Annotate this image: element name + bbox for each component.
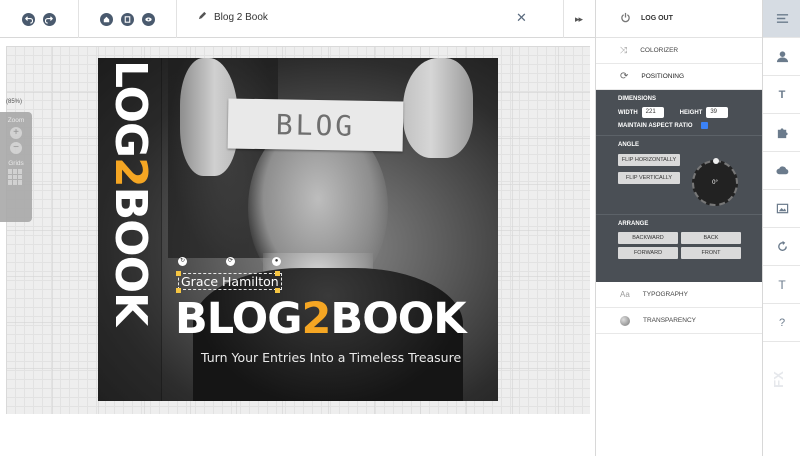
resize-handle[interactable] — [275, 271, 280, 276]
properties-panel: LOG OUT ⤨ COLORIZER ⟳ POSITIONING DIMENS… — [595, 0, 762, 456]
help-icon-glyph: ? — [778, 316, 786, 329]
document-title[interactable]: Blog 2 Book — [198, 11, 268, 23]
width-input[interactable]: 221 — [641, 107, 664, 118]
lock-handle-icon[interactable]: ● — [272, 257, 281, 266]
typography-label: TYPOGRAPHY — [642, 291, 688, 298]
dimensions-header: DIMENSIONS — [618, 96, 657, 102]
redo-icon[interactable] — [43, 12, 56, 26]
rotate-handle-icon[interactable]: ↻ — [178, 257, 187, 266]
cover-title[interactable]: BLOG2BOOK — [175, 294, 467, 344]
positioning-item[interactable]: ⟳ POSITIONING — [596, 64, 762, 90]
colorizer-label: COLORIZER — [640, 47, 679, 54]
height-input[interactable]: 39 — [706, 107, 729, 118]
canvas-area: BLOG LOG2BOOK ↻ ⟳ ● Grace Hamilton BLOG2… — [0, 38, 595, 456]
undo-icon[interactable] — [22, 12, 35, 26]
fx-label[interactable]: FX — [771, 371, 786, 388]
reset-handle-icon[interactable]: ⟳ — [226, 257, 235, 266]
arrange-header: ARRANGE — [618, 221, 649, 227]
shuffle-icon: ⤨ — [620, 45, 628, 55]
blog-paper-sign: BLOG — [227, 98, 404, 152]
help-icon[interactable]: ? — [763, 304, 800, 342]
arrange-buttons: BACKWARD BACK FORWARD FRONT — [618, 232, 741, 259]
power-icon — [620, 12, 631, 25]
grid-toggle-icon[interactable] — [8, 169, 24, 185]
transparency-icon — [620, 315, 630, 326]
zoom-label: Zoom — [7, 117, 25, 124]
resize-handle[interactable] — [275, 288, 280, 293]
refresh-icon: ⟳ — [620, 71, 629, 82]
cover-title-part2: 2 — [301, 294, 332, 344]
angle-value: 0° — [712, 180, 718, 186]
angle-dial-knob[interactable] — [713, 158, 719, 164]
text-icon-glyph: T — [778, 88, 786, 101]
spine-title[interactable]: LOG2BOOK — [105, 60, 156, 360]
positioning-label: POSITIONING — [641, 73, 685, 80]
front-button[interactable]: FRONT — [681, 247, 741, 259]
positioning-settings: DIMENSIONS WIDTH 221 HEIGHT 39 MAINTAIN … — [596, 90, 762, 282]
forward-button[interactable]: FORWARD — [618, 247, 678, 259]
grids-label: Grids — [8, 160, 24, 167]
angle-header: ANGLE — [618, 142, 639, 148]
zoom-out-button[interactable]: − — [10, 142, 22, 154]
top-toolbar: Blog 2 Book ✕ ▸▸ — [0, 0, 595, 38]
cover-title-part3: BOOK — [330, 294, 466, 344]
height-label: HEIGHT — [679, 109, 703, 116]
aspect-row: MAINTAIN ASPECT RATIO — [618, 122, 740, 129]
aspect-checkbox[interactable] — [700, 122, 708, 129]
zoom-panel: Zoom + − Grids — [0, 112, 32, 222]
divider — [596, 214, 762, 215]
menu-icon[interactable] — [763, 0, 800, 38]
spine-title-part1: LOG — [105, 60, 156, 157]
paper-text: BLOG — [275, 107, 356, 143]
dimensions-row: WIDTH 221 HEIGHT 39 — [618, 107, 740, 118]
preview-icon[interactable] — [142, 12, 155, 26]
transparency-item[interactable]: TRANSPARENCY — [596, 308, 762, 334]
flip-vertical-button[interactable]: FLIP VERTICALLY — [618, 172, 680, 184]
flip-horizontal-button[interactable]: FLIP HORIZONTALLY — [618, 154, 680, 166]
resize-handle[interactable] — [176, 271, 181, 276]
typography-item[interactable]: Aa TYPOGRAPHY — [596, 282, 762, 308]
logout-label: LOG OUT — [641, 15, 673, 22]
puzzle-icon[interactable] — [763, 114, 800, 152]
double-chevron-right-icon[interactable]: ▸▸ — [575, 14, 583, 25]
refresh-icon[interactable] — [763, 228, 800, 266]
image-icon[interactable] — [763, 190, 800, 228]
history-group — [0, 0, 79, 38]
more-group: ▸▸ — [563, 0, 595, 38]
cover-title-part1: BLOG — [175, 294, 302, 344]
spine-title-part3: BOOK — [105, 186, 156, 326]
cloud-icon[interactable] — [763, 152, 800, 190]
document-title-text: Blog 2 Book — [214, 11, 268, 23]
aspect-label: MAINTAIN ASPECT RATIO — [618, 122, 693, 129]
view-group — [79, 0, 177, 38]
cover-subtitle[interactable]: Turn Your Entries Into a Timeless Treasu… — [201, 350, 461, 365]
logout-button[interactable]: LOG OUT — [596, 0, 762, 38]
book-cover[interactable]: BLOG LOG2BOOK ↻ ⟳ ● Grace Hamilton BLOG2… — [98, 58, 498, 401]
author-name[interactable]: Grace Hamilton — [178, 273, 282, 290]
colorizer-item[interactable]: ⤨ COLORIZER — [596, 38, 762, 64]
zoom-in-button[interactable]: + — [10, 127, 22, 139]
transparency-label: TRANSPARENCY — [643, 317, 696, 324]
close-icon[interactable]: ✕ — [516, 10, 527, 26]
width-label: WIDTH — [618, 109, 638, 116]
spine-title-part2: 2 — [105, 157, 156, 187]
pencil-icon — [198, 11, 207, 23]
title-icon[interactable]: T — [763, 266, 800, 304]
typography-icon: Aa — [620, 290, 630, 299]
text-icon[interactable]: T — [763, 76, 800, 114]
back-button[interactable]: BACK — [681, 232, 741, 244]
pages-icon[interactable] — [121, 12, 134, 26]
backward-button[interactable]: BACKWARD — [618, 232, 678, 244]
zoom-percent: (85%) — [6, 99, 23, 105]
angle-dial[interactable]: 0° — [692, 158, 738, 206]
divider — [596, 135, 762, 136]
right-hand — [403, 58, 473, 158]
home-icon[interactable] — [100, 12, 113, 26]
resize-handle[interactable] — [176, 288, 181, 293]
user-icon[interactable] — [763, 38, 800, 76]
title-icon-glyph: T — [778, 277, 786, 292]
